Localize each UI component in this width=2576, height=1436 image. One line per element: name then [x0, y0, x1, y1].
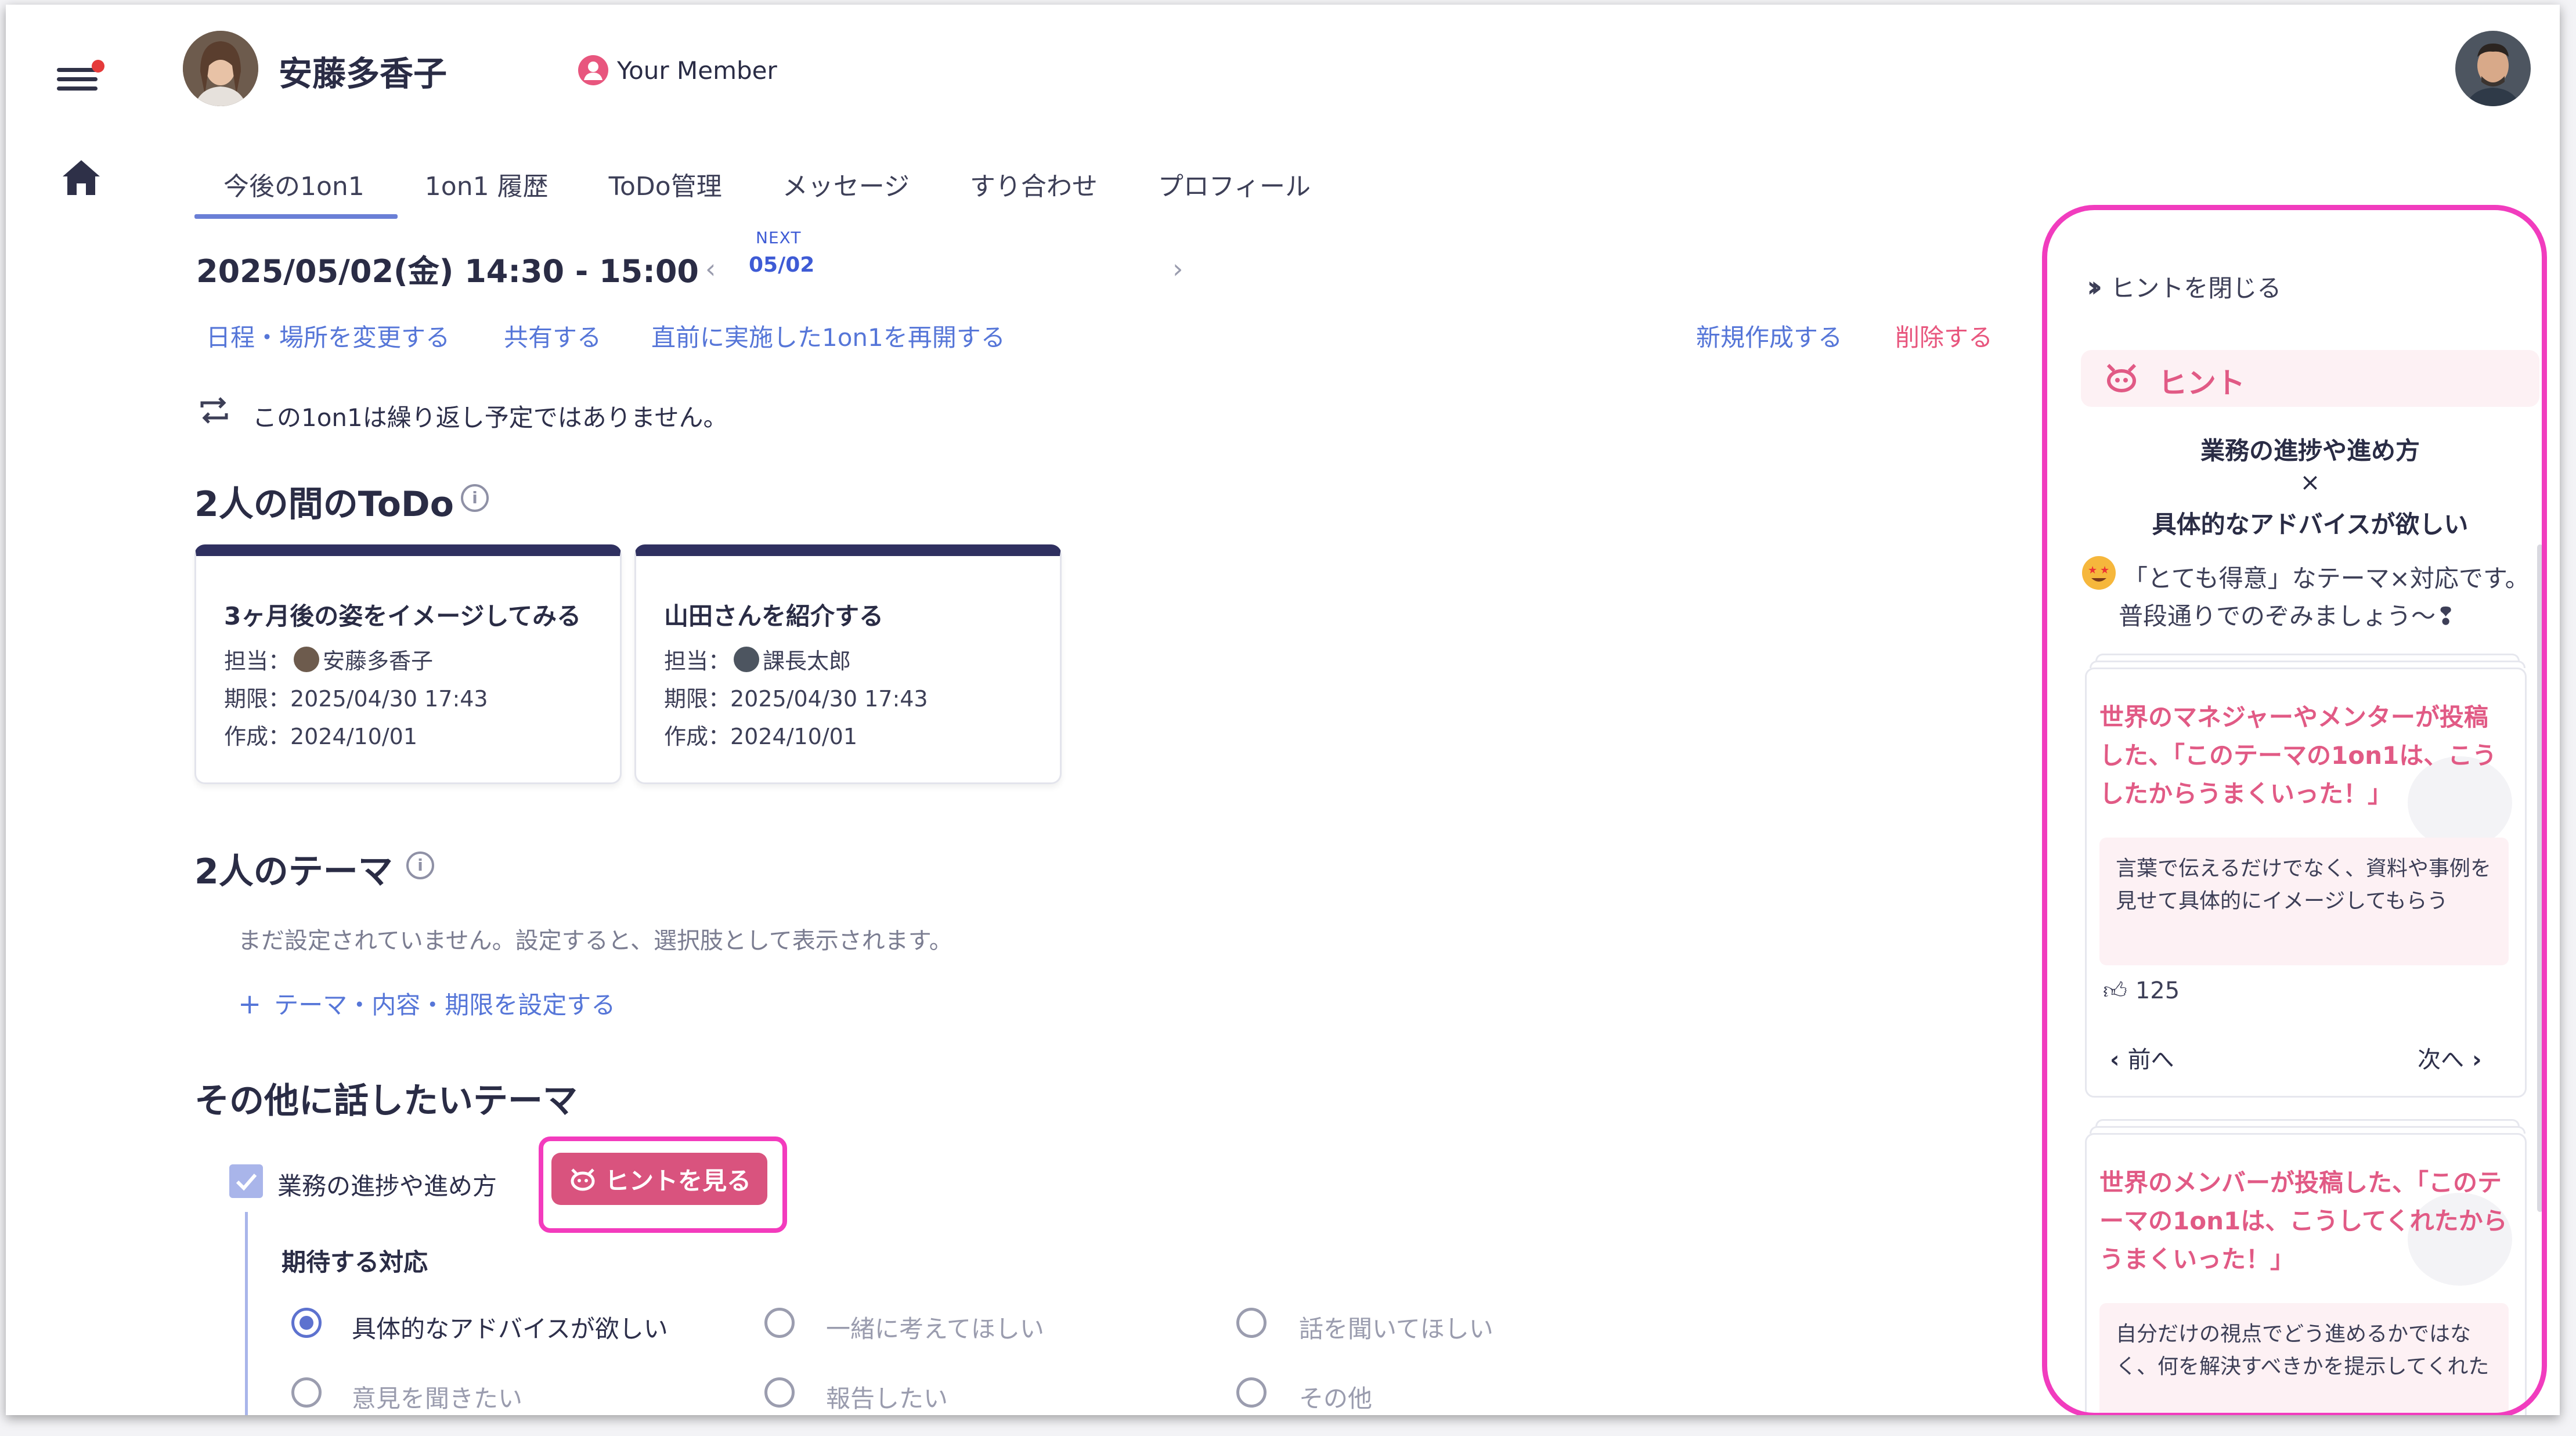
tab-bar: 今後の1on1 1on1 履歴 ToDo管理 メッセージ すり合わせ プロフィー… [194, 158, 1344, 219]
tab-upcoming[interactable]: 今後の1on1 [194, 158, 398, 219]
radio-option-label: 報告したい [826, 1384, 948, 1413]
badge-label: Your Member [617, 56, 777, 85]
todo-due: 期限：2025/04/30 17:43 [664, 686, 928, 712]
topic-label: 業務の進捗や進め方 [277, 1172, 497, 1200]
topic-indent-line [245, 1212, 248, 1415]
assignee-name: 課長太郎 [763, 648, 852, 674]
next-label: NEXT [756, 228, 802, 247]
resume-link[interactable]: 直前に実施した1on1を再開する [651, 318, 1005, 353]
tab-todo[interactable]: ToDo管理 [582, 158, 755, 219]
plus-icon: + [238, 988, 262, 1020]
tab-alignment[interactable]: すり合わせ [943, 158, 1131, 219]
expect-title: 期待する対応 [282, 1248, 428, 1276]
todo-card[interactable]: 3ヶ月後の姿をイメージしてみる 担当： 安藤多香子 期限：2025/04/30 … [194, 544, 622, 784]
todo-section-title: 2人の間のToDo [194, 484, 454, 525]
hint-panel-highlight [2042, 205, 2547, 1415]
member-avatar [183, 31, 258, 106]
info-icon[interactable]: i [461, 484, 489, 512]
member-name: 安藤多香子 [279, 54, 448, 93]
hamburger-menu-icon[interactable] [52, 60, 106, 95]
radio-option[interactable] [291, 1377, 322, 1408]
radio-option-label: その他 [1299, 1384, 1373, 1413]
notification-dot [92, 60, 104, 73]
next-date[interactable]: 05/02 [749, 253, 814, 277]
todo-card-title: 山田さんを紹介する [664, 602, 884, 630]
todo-card-title: 3ヶ月後の姿をイメージしてみる [224, 602, 582, 630]
assignee-label: 担当： [664, 648, 731, 674]
delete-link[interactable]: 削除する [1895, 318, 1993, 353]
radio-option[interactable] [764, 1308, 795, 1338]
app-window: 安藤多香子 Your Member 今後の1on1 1on1 履歴 ToDo管理… [6, 5, 2560, 1415]
assignee-label: 担当： [224, 648, 291, 674]
tab-messages[interactable]: メッセージ [755, 158, 943, 219]
tab-history[interactable]: 1on1 履歴 [398, 158, 582, 219]
theme-section-title: 2人のテーマ [194, 852, 393, 892]
repeat-note: この1on1は繰り返し予定ではありません。 [252, 403, 728, 432]
assignee-avatar [734, 646, 760, 672]
your-member-badge: Your Member [578, 55, 777, 86]
assignee-avatar [294, 646, 320, 672]
radio-option[interactable] [1236, 1308, 1267, 1338]
home-icon[interactable] [59, 157, 103, 199]
topic-checkbox[interactable] [229, 1164, 263, 1198]
repeat-icon [200, 397, 228, 424]
todo-assignee: 担当： 安藤多香子 [224, 643, 433, 675]
user-avatar[interactable] [2455, 31, 2531, 106]
check-icon [236, 1174, 257, 1191]
hint-face-icon [571, 1168, 595, 1191]
other-section-title: その他に話したいテーマ [194, 1081, 578, 1121]
meeting-datetime: 2025/05/02(金) 14:30 - 15:00 [196, 253, 699, 290]
hint-button-label: ヒントを見る [604, 1166, 751, 1195]
radio-option[interactable] [1236, 1377, 1267, 1408]
share-link[interactable]: 共有する [504, 318, 601, 353]
reschedule-link[interactable]: 日程・場所を変更する [206, 318, 450, 353]
todo-created: 作成：2024/10/01 [664, 724, 858, 749]
set-theme-link[interactable]: + テーマ・内容・期限を設定する [238, 986, 615, 1021]
todo-assignee: 担当： 課長太郎 [664, 643, 851, 675]
prev-meeting-chevron-icon[interactable]: ‹ [705, 253, 716, 284]
radio-option-label: 一緒に考えてほしい [826, 1315, 1044, 1343]
next-meeting-chevron-icon[interactable]: › [1172, 253, 1183, 284]
assignee-name: 安藤多香子 [323, 648, 434, 674]
create-new-link[interactable]: 新規作成する [1696, 318, 1842, 353]
theme-empty-note: まだ設定されていません。設定すると、選択肢として表示されます。 [238, 928, 953, 954]
show-hint-button[interactable]: ヒントを見る [551, 1153, 767, 1205]
radio-option-label: 意見を聞きたい [352, 1384, 523, 1413]
set-theme-label: テーマ・内容・期限を設定する [274, 991, 616, 1019]
person-icon [578, 55, 608, 85]
radio-option[interactable] [291, 1308, 322, 1338]
info-icon[interactable]: i [406, 852, 434, 879]
radio-option-label: 話を聞いてほしい [1299, 1315, 1493, 1343]
todo-card[interactable]: 山田さんを紹介する 担当： 課長太郎 期限：2025/04/30 17:43 作… [634, 544, 1062, 784]
todo-due: 期限：2025/04/30 17:43 [224, 686, 488, 712]
radio-option-label: 具体的なアドバイスが欲しい [352, 1315, 668, 1343]
tab-profile[interactable]: プロフィール [1131, 158, 1344, 219]
radio-option[interactable] [764, 1377, 795, 1408]
todo-created: 作成：2024/10/01 [224, 724, 418, 749]
